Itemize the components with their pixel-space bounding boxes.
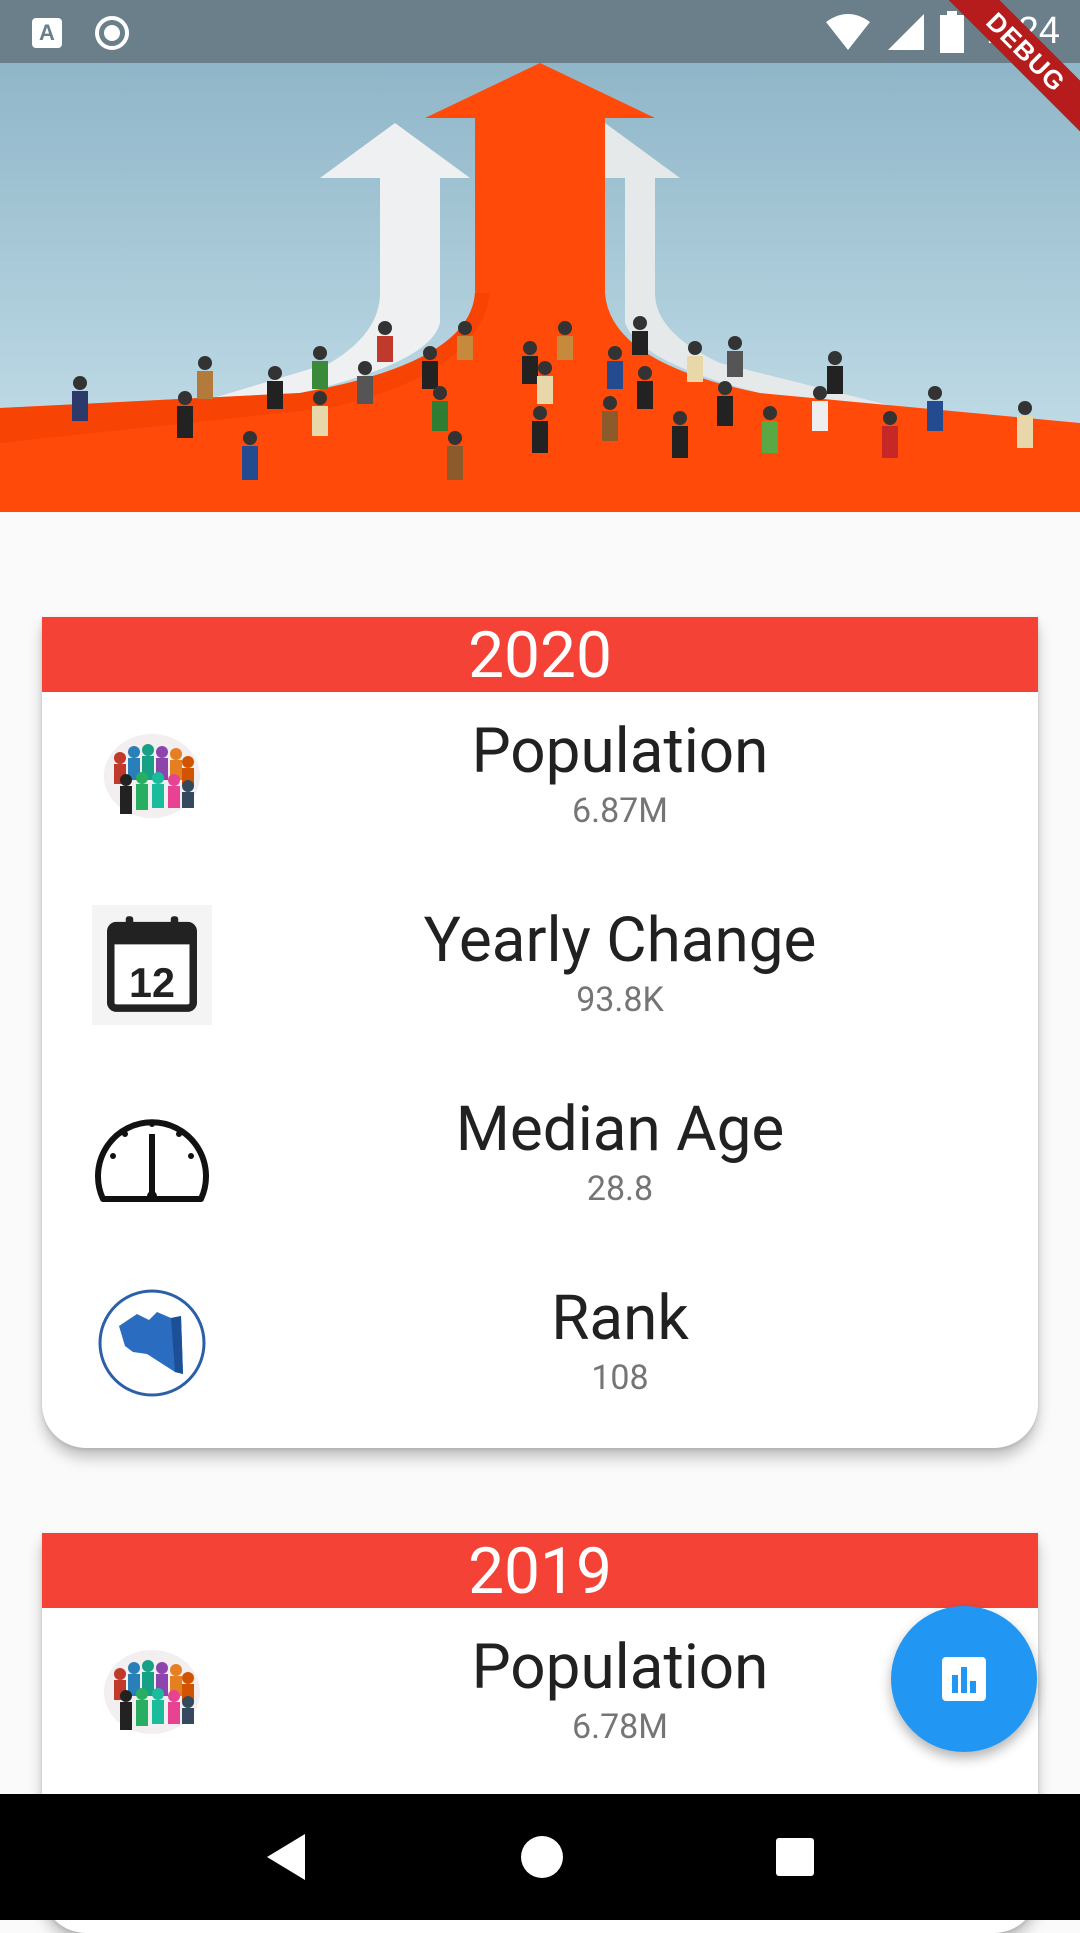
hero-image [0, 63, 1080, 512]
stat-title: Median Age [455, 1093, 785, 1166]
stat-title: Rank [551, 1282, 689, 1355]
navigation-bar [0, 1794, 1080, 1920]
stat-row-population: Population 6.78M [42, 1608, 1038, 1797]
country-map-icon [92, 1283, 212, 1403]
stat-row-population: Population 6.87M [42, 692, 1038, 881]
recents-icon[interactable] [775, 1837, 815, 1877]
stat-text: Population 6.87M [202, 716, 1038, 834]
chart-fab-button[interactable] [891, 1606, 1037, 1752]
stat-text: Rank 108 [202, 1283, 1038, 1401]
stat-row-median-age: Median Age 28.8 [42, 1070, 1038, 1259]
stat-title: Yearly Change [423, 904, 817, 977]
gauge-icon [92, 1094, 212, 1214]
stat-text: Median Age 28.8 [202, 1094, 1038, 1212]
circle-notification-icon [95, 16, 129, 50]
battery-icon [940, 10, 965, 53]
stat-value: 28.8 [586, 1169, 654, 1209]
crowd-icon [92, 716, 212, 836]
home-icon[interactable] [520, 1835, 564, 1879]
stat-row-yearly-change: 12 Yearly Change 93.8K [42, 881, 1038, 1070]
stat-row-rank: Rank 108 [42, 1259, 1038, 1448]
stat-value: 93.8K [576, 980, 664, 1020]
a-notification-icon: A [32, 18, 62, 48]
status-left: A [32, 15, 130, 51]
stat-value: 108 [591, 1358, 649, 1398]
year-header: 2019 [42, 1533, 1038, 1609]
year-card-2020: 2020 Population 6.87M 12 Yearly Change 9… [42, 617, 1038, 1448]
calendar-icon: 12 [92, 905, 212, 1025]
year-header: 2020 [42, 617, 1038, 693]
wifi-icon [826, 13, 871, 50]
bar-chart-icon [942, 1657, 986, 1701]
calendar-day-text: 12 [129, 960, 175, 1006]
status-bar: A 1:24 [0, 0, 1080, 63]
crowd-icon [92, 1632, 212, 1752]
back-icon[interactable] [265, 1832, 309, 1882]
stat-value: 6.87M [572, 791, 668, 831]
stat-title: Population [471, 715, 769, 788]
stat-text: Yearly Change 93.8K [202, 905, 1038, 1023]
signal-icon [888, 13, 925, 50]
